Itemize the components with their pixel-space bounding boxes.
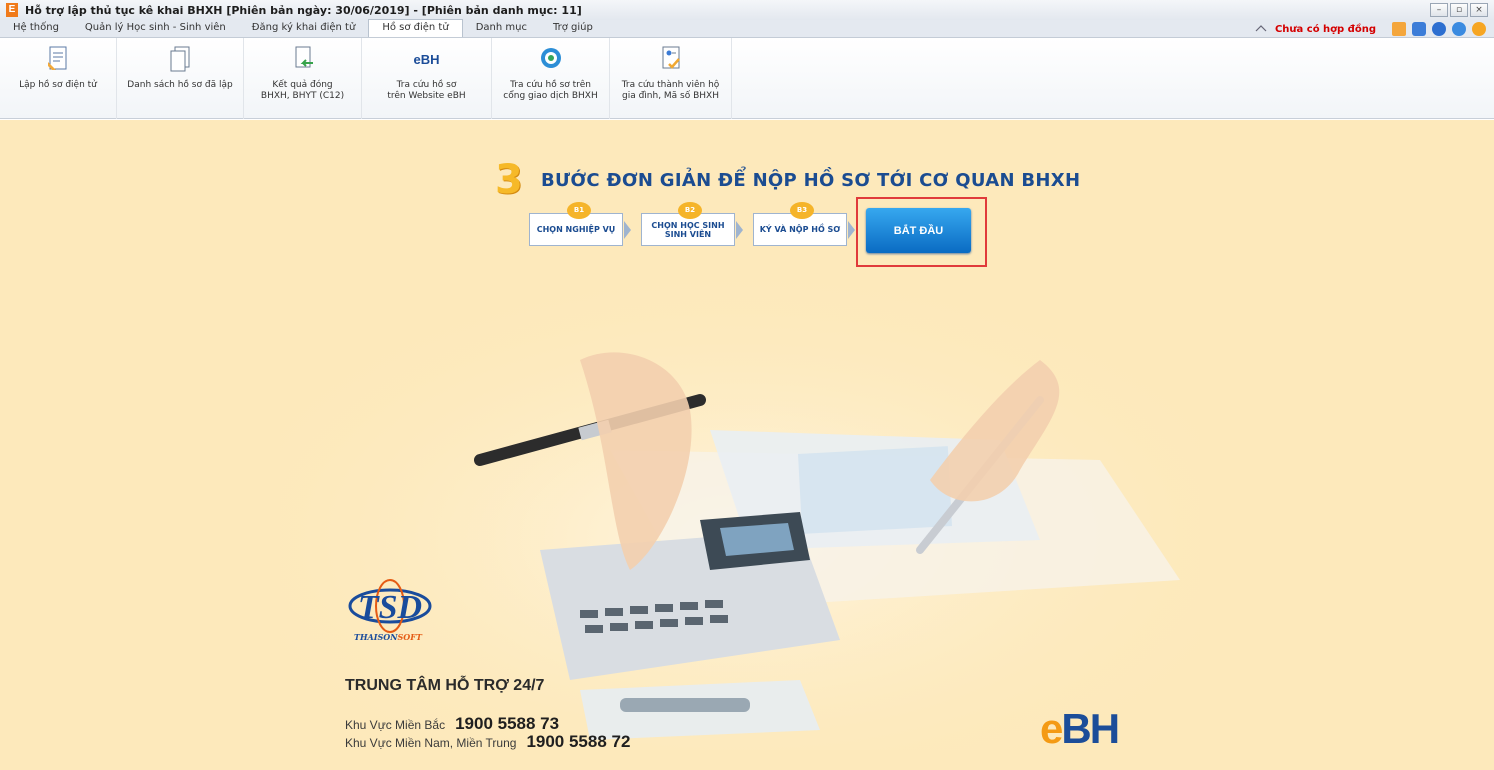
tra-cuu-cong-button[interactable]: Tra cứu hồ sơ trên cổng giao dịch BHXH: [492, 38, 610, 119]
step-arrow-icon: [736, 221, 743, 239]
step-label: KÝ VÀ NỘP HỒ SƠ: [759, 225, 841, 234]
south-label: Khu Vực Miền Nam, Miền Trung: [345, 736, 517, 750]
ebh-logo: eBH: [1040, 705, 1120, 753]
steps-title: BƯỚC ĐƠN GIẢN ĐỂ NỘP HỒ SƠ TỚI CƠ QUAN B…: [541, 169, 1081, 191]
north-phone: 1900 5588 73: [455, 714, 560, 733]
step-badge: B3: [790, 202, 814, 219]
support-title: TRUNG TÂM HỖ TRỢ 24/7: [345, 677, 545, 694]
ribbon-label: Lập hồ sơ điện tử: [19, 80, 97, 90]
steps-heading: 3 BƯỚC ĐƠN GIẢN ĐỂ NỘP HỒ SƠ TỚI CƠ QUAN…: [495, 160, 1080, 200]
company-name: THAISONSOFT: [354, 632, 422, 642]
ket-qua-dong-button[interactable]: Kết quả đóng BHXH, BHYT (C12): [244, 38, 362, 119]
main-panel: 3 BƯỚC ĐƠN GIẢN ĐỂ NỘP HỒ SƠ TỚI CƠ QUAN…: [0, 120, 1494, 770]
step-badge: B2: [678, 202, 702, 219]
ebh-logo-bh: BH: [1061, 705, 1120, 752]
tra-cuu-ebh-button[interactable]: eBH Tra cứu hồ sơ trên Website eBH: [362, 38, 492, 119]
tab-danh-muc[interactable]: Danh mục: [463, 20, 540, 37]
tab-quan-ly-hssv[interactable]: Quản lý Học sinh - Sinh viên: [72, 20, 239, 37]
step-label: CHỌN HỌC SINH SINH VIÊN: [651, 220, 725, 239]
step-badge: B1: [567, 202, 591, 219]
tab-dang-ky[interactable]: Đăng ký khai điện tử: [239, 20, 369, 37]
ribbon-label: Tra cứu hồ sơ trên Website eBH: [387, 80, 466, 101]
ribbon-label: Tra cứu thành viên hộ gia đình, Mã số BH…: [621, 80, 720, 101]
portal-icon: [536, 44, 566, 74]
ribbon-label: Danh sách hồ sơ đã lập: [127, 80, 233, 90]
company-name-b: SOFT: [397, 632, 422, 642]
settings-icon[interactable]: [1432, 22, 1446, 36]
step-count: 3: [495, 157, 523, 203]
north-support-line: Khu Vực Miền Bắc 1900 5588 73: [345, 714, 559, 734]
company-name-a: THAISON: [354, 632, 398, 642]
restore-button[interactable]: ▫: [1450, 3, 1468, 17]
minimize-button[interactable]: –: [1430, 3, 1448, 17]
ribbon-label: Tra cứu hồ sơ trên cổng giao dịch BHXH: [503, 80, 598, 101]
danh-sach-ho-so-button[interactable]: Danh sách hồ sơ đã lập: [117, 38, 244, 119]
menu-tabs: Hệ thống Quản lý Học sinh - Sinh viên Đă…: [0, 19, 1494, 38]
tra-cuu-thanh-vien-button[interactable]: Tra cứu thành viên hộ gia đình, Mã số BH…: [610, 38, 732, 119]
contract-status[interactable]: Chưa có hợp đồng: [1275, 24, 1376, 35]
ebh-logo-e: e: [1040, 705, 1063, 752]
logo-text: TSD: [358, 589, 422, 626]
collapse-ribbon-icon[interactable]: [1255, 24, 1267, 34]
document-list-icon: [165, 44, 195, 74]
app-logo-icon: E: [6, 3, 18, 17]
step-arrow-icon: [624, 221, 631, 239]
refresh-icon[interactable]: [1412, 22, 1426, 36]
tab-ho-so-dien-tu[interactable]: Hồ sơ điện tử: [368, 19, 463, 37]
step-arrow-icon: [848, 221, 855, 239]
family-check-icon: [656, 44, 686, 74]
ribbon-toolbar: Lập hồ sơ điện tử Danh sách hồ sơ đã lập…: [0, 38, 1494, 119]
south-support-line: Khu Vực Miền Nam, Miền Trung 1900 5588 72: [345, 732, 630, 752]
close-button[interactable]: ×: [1470, 3, 1488, 17]
step-label: CHỌN NGHIỆP VỤ: [536, 225, 616, 234]
document-edit-icon: [43, 44, 73, 74]
north-label: Khu Vực Miền Bắc: [345, 718, 446, 732]
window-title: Hỗ trợ lập thủ tục kê khai BHXH [Phiên b…: [25, 3, 582, 17]
tab-he-thong[interactable]: Hệ thống: [0, 20, 72, 37]
title-bar: E Hỗ trợ lập thủ tục kê khai BHXH [Phiên…: [0, 0, 1494, 20]
window-controls: – ▫ ×: [1428, 3, 1488, 17]
south-phone: 1900 5588 72: [526, 732, 631, 751]
result-arrow-icon: [288, 44, 318, 74]
help-icon[interactable]: [1452, 22, 1466, 36]
ebh-icon: eBH: [413, 51, 440, 67]
ribbon-label: Kết quả đóng BHXH, BHYT (C12): [260, 80, 345, 101]
play-icon[interactable]: [1472, 22, 1486, 36]
notification-icon[interactable]: [1392, 22, 1406, 36]
lap-ho-so-button[interactable]: Lập hồ sơ điện tử: [0, 38, 117, 119]
tab-tro-giup[interactable]: Trợ giúp: [540, 20, 606, 37]
start-button[interactable]: BẮT ĐẦU: [866, 208, 971, 253]
status-area: Chưa có hợp đồng: [1255, 21, 1486, 37]
